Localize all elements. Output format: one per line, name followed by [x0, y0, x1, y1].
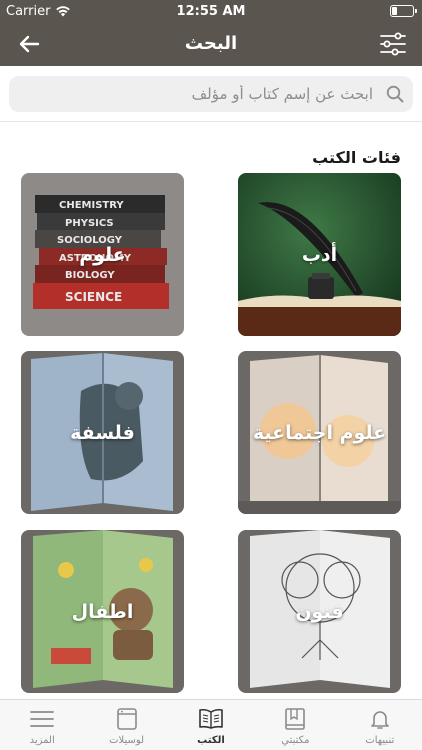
tab-label: لوسيلات	[109, 735, 145, 746]
category-label: أدب	[301, 243, 338, 266]
bookmark-book-icon	[285, 708, 306, 730]
carrier-label: Carrier	[6, 3, 51, 19]
page-title: البحث	[184, 33, 238, 54]
status-left: Carrier	[6, 4, 71, 19]
arrow-left-icon	[19, 35, 40, 53]
category-label: فنون	[295, 600, 344, 623]
bell-icon	[370, 711, 389, 729]
tab-books[interactable]: الكتب	[169, 700, 253, 750]
search-icon	[386, 85, 404, 103]
category-label: اطفال	[71, 600, 134, 623]
status-bar: Carrier 12:55 AM	[0, 0, 422, 22]
sliders-icon	[380, 32, 406, 56]
battery-icon	[390, 5, 417, 17]
back-button[interactable]	[14, 30, 44, 58]
tab-notifications[interactable]: تنبيهات	[338, 700, 422, 750]
tab-label: مكتبتي	[281, 735, 310, 746]
tablet-icon	[116, 708, 137, 730]
filter-button[interactable]	[378, 29, 408, 59]
tab-more[interactable]: المزيد	[0, 700, 84, 750]
category-card-social-sciences[interactable]: علوم اجتماعية	[238, 351, 401, 514]
category-card-arts[interactable]: فنون	[238, 530, 401, 693]
category-card-children[interactable]: اطفال	[21, 530, 184, 693]
tab-my-library[interactable]: مكتبتي	[253, 700, 337, 750]
navigation-bar: البحث	[0, 22, 422, 66]
menu-icon	[30, 711, 55, 727]
search-input[interactable]	[9, 76, 413, 112]
category-label: علوم	[79, 243, 126, 266]
open-book-icon	[199, 708, 223, 729]
tab-bar: تنبيهات مكتبتي الكتب لوسيلات المزيد	[0, 699, 422, 750]
category-card-literature[interactable]: أدب	[238, 173, 401, 336]
category-label: علوم اجتماعية	[252, 421, 387, 444]
category-card-science[interactable]: CHEMISTRY PHYSICS SOCIOLOGY ASTRONOMY BI…	[21, 173, 184, 336]
tab-devices[interactable]: لوسيلات	[84, 700, 168, 750]
category-label: فلسفة	[70, 421, 135, 444]
search-section	[0, 66, 422, 122]
categories-title: فئات الكتب	[312, 148, 401, 167]
wifi-icon	[56, 6, 71, 17]
tab-label: المزيد	[29, 735, 55, 746]
tab-label: الكتب	[197, 735, 225, 746]
tab-label: تنبيهات	[365, 735, 395, 746]
category-card-philosophy[interactable]: فلسفة	[21, 351, 184, 514]
search-bar	[9, 76, 413, 112]
